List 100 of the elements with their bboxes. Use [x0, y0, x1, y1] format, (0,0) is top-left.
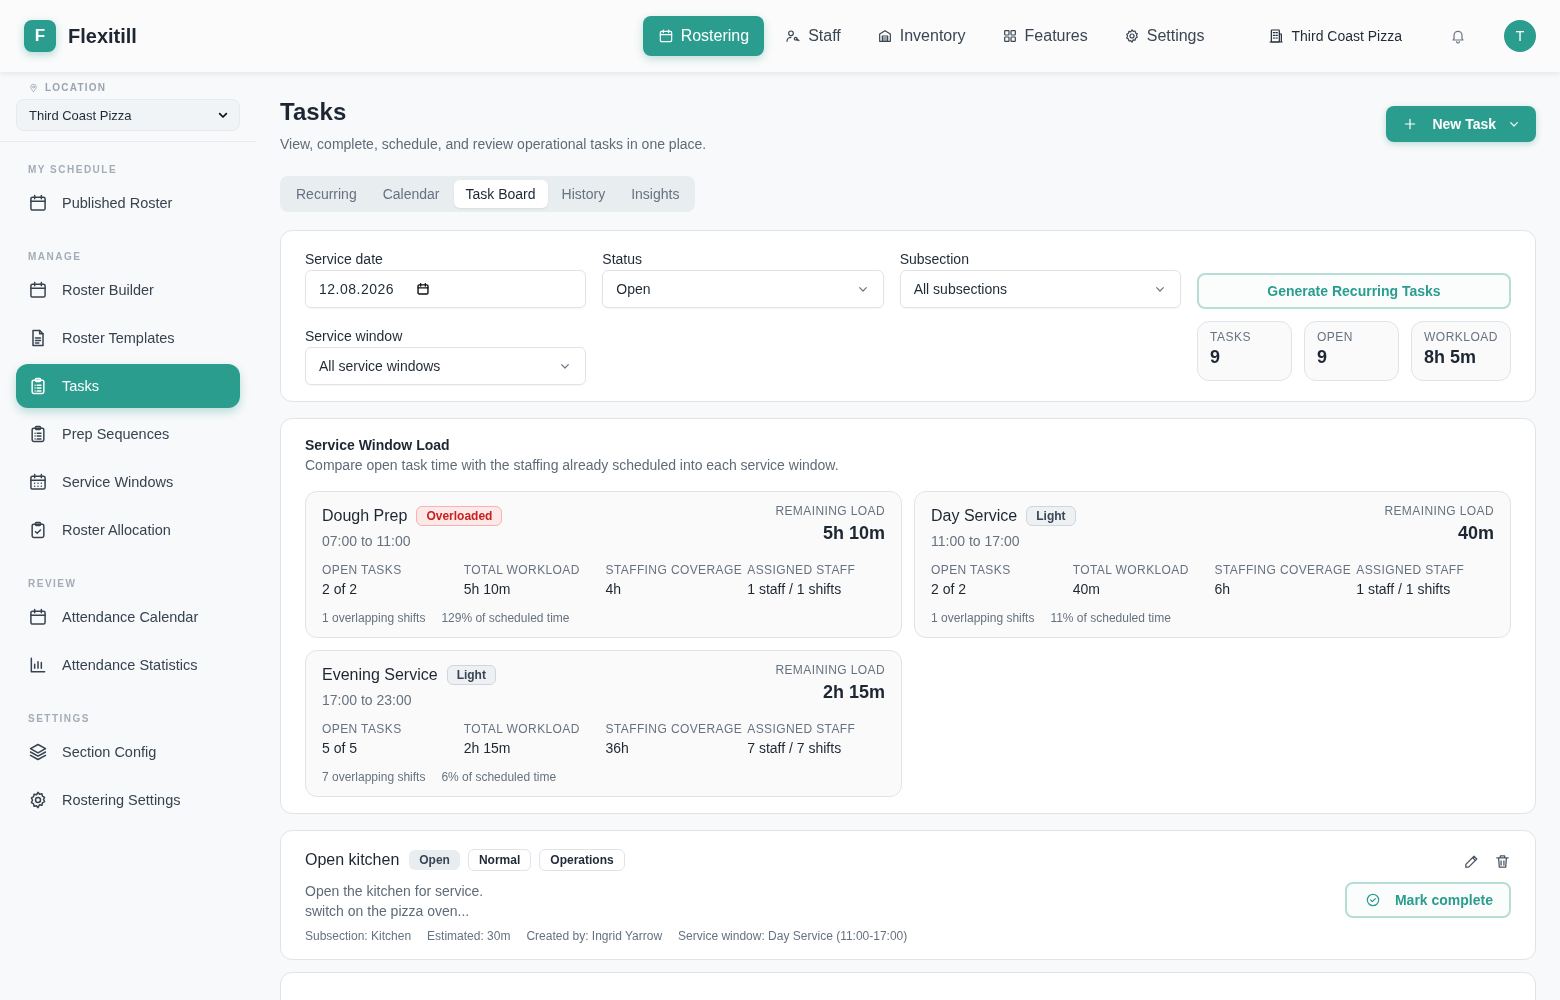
remaining-label: REMAINING LOAD — [775, 504, 885, 518]
window-time: 07:00 to 11:00 — [322, 533, 412, 549]
metric-label: STAFFING COVERAGE — [605, 563, 744, 577]
remaining-label: REMAINING LOAD — [775, 663, 885, 677]
task-tag: Normal — [467, 849, 532, 871]
nav-tab[interactable]: Settings — [1108, 16, 1220, 56]
calendar-icon — [28, 193, 48, 213]
building-icon — [1267, 28, 1284, 44]
calendar-icon — [28, 607, 48, 627]
stat-label: TASKS — [1210, 330, 1252, 344]
remaining-value: 2h 15m — [822, 682, 885, 703]
metric-value: 7 staff / 7 shifts — [747, 740, 843, 756]
field-label: Status — [602, 251, 644, 267]
task-meta: Service window: Day Service (11:00-17:00) — [678, 929, 908, 943]
logo-badge: F — [24, 20, 56, 52]
metric-value: 2 of 2 — [322, 581, 359, 597]
metric-label: ASSIGNED STAFF — [747, 563, 857, 577]
check-circle-icon — [1364, 892, 1381, 908]
metric-label: OPEN TASKS — [322, 563, 403, 577]
window-name: Dough Prep — [322, 507, 408, 525]
nav-tab[interactable]: Staff — [770, 16, 856, 56]
metric-value: 2h 15m — [463, 740, 512, 756]
field-label: Service date — [305, 251, 384, 267]
status-select[interactable]: Open — [602, 270, 884, 308]
service-window-select[interactable]: All service windows — [305, 347, 587, 385]
tab[interactable]: Recurring — [284, 180, 369, 208]
tab[interactable]: History — [549, 180, 618, 208]
task-meta: Estimated: 30m — [427, 929, 511, 943]
layers-icon — [28, 742, 48, 762]
metric-label: STAFFING COVERAGE — [605, 722, 744, 736]
window-name: Day Service — [931, 507, 1018, 525]
metric-label: OPEN TASKS — [931, 563, 1012, 577]
sidebar-item[interactable]: Attendance Statistics — [16, 643, 240, 687]
app-name: Flexitill — [68, 24, 137, 48]
sidebar-item[interactable]: Published Roster — [16, 181, 240, 225]
section-heading: MY SCHEDULE — [27, 164, 119, 175]
location-button[interactable]: Third Coast Pizza — [1259, 16, 1410, 56]
section-heading: REVIEW — [27, 578, 78, 589]
metric-value: 4h — [605, 581, 623, 597]
field-label: Subsection — [899, 251, 970, 267]
task-description: Open the kitchen for service. — [305, 883, 485, 899]
metric-value: 1 staff / 1 shifts — [1356, 581, 1452, 597]
stat-label: OPEN — [1317, 330, 1354, 344]
window-note: 129% of scheduled time — [441, 611, 570, 625]
bar-chart-icon — [28, 655, 48, 675]
sidebar-item[interactable]: Prep Sequences — [16, 412, 240, 456]
tab[interactable]: Task Board — [453, 180, 548, 208]
task-description: switch on the pizza oven... — [305, 903, 471, 919]
metric-value: 5 of 5 — [322, 740, 359, 756]
window-note: 7 overlapping shifts — [322, 770, 426, 784]
task-meta: Created by: Ingrid Yarrow — [526, 929, 663, 943]
load-badge: Light — [1026, 506, 1076, 526]
metric-label: TOTAL WORKLOAD — [1072, 563, 1190, 577]
task-tag: Open — [409, 850, 460, 870]
calendar-icon — [416, 282, 431, 296]
window-time: 17:00 to 23:00 — [322, 692, 413, 708]
archive-icon — [876, 28, 893, 44]
stat-label: WORKLOAD — [1424, 330, 1498, 344]
clipboard-icon — [28, 376, 48, 396]
metric-label: TOTAL WORKLOAD — [463, 563, 581, 577]
gear-icon — [1123, 28, 1140, 44]
sidebar-item[interactable]: Attendance Calendar — [16, 595, 240, 639]
sidebar-item[interactable]: Roster Templates — [16, 316, 240, 360]
metric-label: ASSIGNED STAFF — [1356, 563, 1466, 577]
page-title: Tasks — [280, 98, 348, 126]
task-tag: Operations — [539, 849, 625, 871]
window-name: Evening Service — [322, 666, 438, 684]
delete-button[interactable] — [1494, 853, 1511, 870]
trash-icon — [1494, 853, 1511, 870]
nav-tab[interactable]: Inventory — [861, 16, 981, 56]
window-note: 6% of scheduled time — [441, 770, 557, 784]
location-select[interactable]: Third Coast Pizza — [16, 99, 240, 131]
pin-icon — [28, 82, 39, 93]
window-note: 1 overlapping shifts — [931, 611, 1035, 625]
calendar-icon — [28, 280, 48, 300]
metric-value: 5h 10m — [463, 581, 512, 597]
metric-label: TOTAL WORKLOAD — [463, 722, 581, 736]
sidebar-item[interactable]: Rostering Settings — [16, 778, 240, 822]
stat-value: 9 — [1210, 347, 1221, 368]
section-title: Service Window Load — [305, 437, 451, 453]
stat-value: 8h 5m — [1424, 347, 1478, 368]
edit-button[interactable] — [1463, 853, 1480, 870]
metric-value: 1 staff / 1 shifts — [747, 581, 843, 597]
window-note: 1 overlapping shifts — [322, 611, 426, 625]
window-note: 11% of scheduled time — [1050, 611, 1171, 625]
date-field[interactable]: 12.08.2026 — [305, 270, 587, 308]
metric-value: 2 of 2 — [931, 581, 968, 597]
tab[interactable]: Insights — [619, 180, 692, 208]
tab[interactable]: Calendar — [370, 180, 452, 208]
sidebar-item[interactable]: Roster Allocation — [16, 508, 240, 552]
sidebar-item[interactable]: Service Windows — [16, 460, 240, 504]
person-icon — [785, 28, 802, 44]
nav-tab[interactable]: Features — [986, 16, 1103, 56]
grid-icon — [1001, 28, 1018, 44]
remaining-label: REMAINING LOAD — [1384, 504, 1494, 518]
sidebar-item[interactable]: Roster Builder — [16, 268, 240, 312]
sidebar-item[interactable]: Section Config — [16, 730, 240, 774]
task-title: Open kitchen — [305, 851, 400, 869]
pencil-icon — [1463, 853, 1480, 870]
subsection-select[interactable]: All subsections — [899, 270, 1181, 308]
